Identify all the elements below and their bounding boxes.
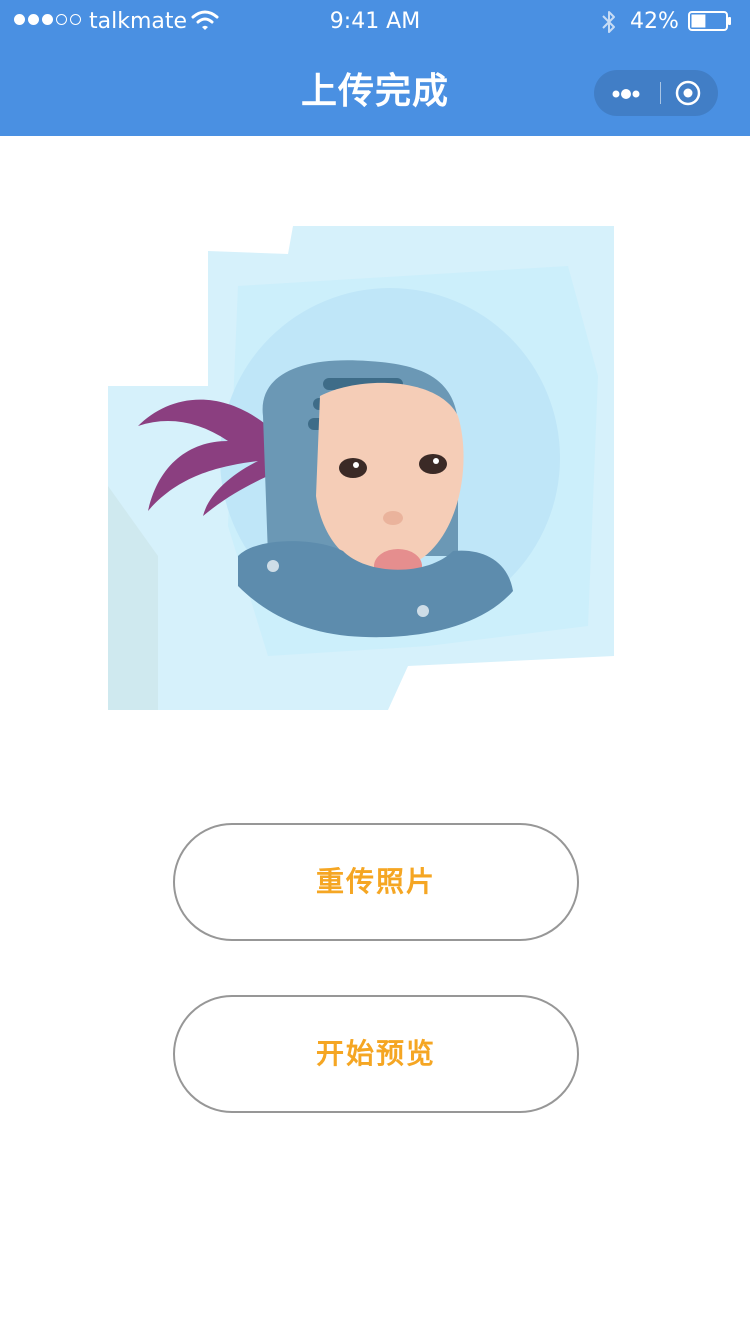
knight-photo-illustration — [108, 226, 614, 710]
target-circle-icon[interactable] — [664, 70, 718, 116]
more-dots-icon[interactable] — [598, 70, 654, 116]
battery-percent: 42% — [630, 9, 679, 34]
capsule-divider — [660, 82, 661, 104]
status-bar: talkmate 9:41 AM 42% — [0, 0, 750, 44]
mini-program-capsule — [594, 70, 718, 116]
start-preview-button[interactable]: 开始预览 — [173, 995, 579, 1113]
bluetooth-icon — [602, 11, 615, 33]
uploaded-photo — [108, 226, 614, 710]
header: talkmate 9:41 AM 42% 上传完成 — [0, 0, 750, 136]
reupload-photo-button[interactable]: 重传照片 — [173, 823, 579, 941]
battery-icon — [688, 11, 731, 31]
screen: talkmate 9:41 AM 42% 上传完成 重传照片 开始预览 — [0, 0, 750, 1334]
